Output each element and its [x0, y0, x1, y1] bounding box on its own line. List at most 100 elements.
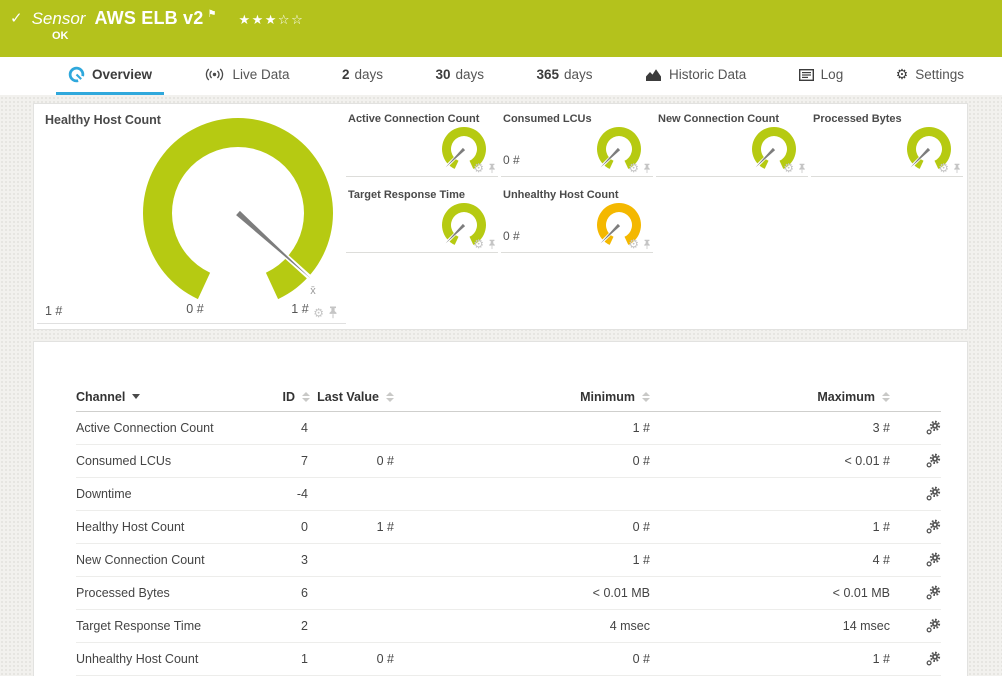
table-row[interactable]: Downtime -4 [76, 478, 941, 511]
gauge-current-value: 0 # [503, 229, 520, 243]
sensor-status-banner: ✓ Sensor AWS ELB v2 ⚑ ★★★☆☆ OK [0, 0, 1002, 57]
gauge-title: Unhealthy Host Count [503, 189, 619, 201]
gauge-mean-marker: x̄ [310, 285, 316, 297]
tab-live-data[interactable]: Live Data [192, 57, 301, 95]
channel-name-cell: Unhealthy Host Count [76, 652, 199, 666]
primary-channel-gauge-tile: Healthy Host Count 0 # 1 # x̄ 1 # ⚙ [37, 104, 346, 324]
gear-icon: ⚙ [895, 66, 909, 83]
last-value-cell: 0 # [376, 652, 394, 666]
tab-label: Log [820, 67, 844, 82]
channel-name-cell: New Connection Count [76, 553, 205, 567]
tab-label: days [354, 67, 384, 82]
table-row[interactable]: Healthy Host Count 0 1 # 0 # 1 # [76, 511, 941, 544]
pin-icon[interactable] [488, 163, 496, 174]
status-badge: OK [52, 30, 69, 42]
tab-number: 30 [435, 67, 451, 82]
gear-icon[interactable]: ⚙ [313, 307, 324, 319]
pin-icon[interactable] [798, 163, 806, 174]
maximum-cell: 3 # [872, 421, 890, 435]
minimum-cell: 1 # [632, 421, 650, 435]
tab-log[interactable]: Log [787, 57, 856, 95]
gauge-title: Target Response Time [348, 189, 465, 201]
channel-name-cell: Active Connection Count [76, 421, 214, 435]
table-row[interactable]: Active Connection Count 4 1 # 3 # [76, 412, 941, 445]
gauge-min-label: 0 # [186, 302, 203, 316]
status-ok-check-icon: ✓ [10, 9, 23, 27]
column-header-id[interactable]: ID [276, 390, 310, 404]
column-label: ID [282, 389, 296, 404]
channel-name-cell: Healthy Host Count [76, 520, 185, 534]
gauge-title: Processed Bytes [813, 113, 902, 125]
gear-icon[interactable]: ⚙ [628, 162, 639, 174]
channel-id-cell: 2 [301, 619, 308, 633]
gauge-title: Active Connection Count [348, 113, 480, 125]
table-row[interactable]: New Connection Count 3 1 # 4 # [76, 544, 941, 577]
tab-label: Settings [915, 67, 964, 82]
channel-id-cell: 4 [301, 421, 308, 435]
last-value-cell: 0 # [376, 454, 394, 468]
last-value-cell: 1 # [376, 520, 394, 534]
column-header-channel[interactable]: Channel [76, 390, 276, 404]
flag-icon[interactable]: ⚑ [207, 9, 216, 20]
channel-gauge-tile: New Connection Count ⚙ [656, 113, 808, 177]
column-header-last-value[interactable]: Last Value [310, 390, 394, 404]
gear-icon[interactable]: ⚙ [628, 238, 639, 250]
channel-settings-icon[interactable] [925, 420, 941, 436]
sensor-title: AWS ELB v2 [94, 8, 204, 28]
pin-icon[interactable] [328, 306, 338, 319]
table-row[interactable]: Consumed LCUs 7 0 # 0 # < 0.01 # [76, 445, 941, 478]
object-kind-label: Sensor [31, 9, 86, 28]
column-label: Maximum [817, 389, 875, 404]
tab-365-days[interactable]: 365 days [524, 57, 604, 95]
gauge-title: New Connection Count [658, 113, 779, 125]
minimum-cell: < 0.01 MB [592, 586, 650, 600]
gear-icon[interactable]: ⚙ [938, 162, 949, 174]
stars-filled[interactable]: ★★★ [238, 13, 277, 28]
minimum-cell: 1 # [632, 553, 650, 567]
channels-table: Channel ID Last Value Minimum Maximum Ac… [34, 342, 967, 676]
gear-icon[interactable]: ⚙ [473, 238, 484, 250]
channel-settings-icon[interactable] [925, 651, 941, 667]
tab-2-days[interactable]: 2 days [330, 57, 395, 95]
pin-icon[interactable] [643, 163, 651, 174]
pin-icon[interactable] [953, 163, 961, 174]
gauge-current-value: 0 # [503, 153, 520, 167]
tab-historic-data[interactable]: Historic Data [633, 57, 758, 95]
channel-settings-icon[interactable] [925, 519, 941, 535]
tab-overview[interactable]: Overview [56, 57, 165, 95]
column-label: Channel [76, 389, 126, 404]
sort-icon [642, 391, 650, 402]
tab-30-days[interactable]: 30 days [423, 57, 496, 95]
tab-label: Live Data [232, 67, 290, 82]
area-chart-icon [645, 68, 662, 81]
table-row[interactable]: Processed Bytes 6 < 0.01 MB < 0.01 MB [76, 577, 941, 610]
channel-settings-icon[interactable] [925, 552, 941, 568]
priority-stars[interactable]: ★★★☆☆ [238, 13, 304, 28]
channel-settings-icon[interactable] [925, 486, 941, 502]
pin-icon[interactable] [643, 239, 651, 250]
tab-settings[interactable]: ⚙ Settings [884, 57, 976, 95]
channel-name-cell: Downtime [76, 487, 132, 501]
table-row[interactable]: Target Response Time 2 4 msec 14 msec [76, 610, 941, 643]
channel-settings-icon[interactable] [925, 585, 941, 601]
channel-settings-icon[interactable] [925, 453, 941, 469]
channel-settings-icon[interactable] [925, 618, 941, 634]
table-row[interactable]: Unhealthy Host Count 1 0 # 0 # 1 # [76, 643, 941, 676]
gear-icon[interactable]: ⚙ [473, 162, 484, 174]
tab-number: 365 [536, 67, 559, 82]
tab-label: Historic Data [668, 67, 747, 82]
stars-empty[interactable]: ☆☆ [278, 13, 304, 28]
gear-icon[interactable]: ⚙ [783, 162, 794, 174]
column-header-minimum[interactable]: Minimum [394, 390, 650, 404]
channel-gauge-tile: Processed Bytes ⚙ [811, 113, 963, 177]
table-header-row: Channel ID Last Value Minimum Maximum [76, 382, 941, 412]
maximum-cell: 14 msec [842, 619, 890, 633]
channel-name-cell: Consumed LCUs [76, 454, 172, 468]
pin-icon[interactable] [488, 239, 496, 250]
minimum-cell: 0 # [632, 520, 650, 534]
column-header-maximum[interactable]: Maximum [650, 390, 890, 404]
channel-gauge-tile: Unhealthy Host Count 0 # ⚙ [501, 189, 653, 253]
sort-descending-icon [132, 394, 141, 399]
gauge-max-label: 1 # [291, 302, 308, 316]
channel-id-cell: 0 [301, 520, 308, 534]
